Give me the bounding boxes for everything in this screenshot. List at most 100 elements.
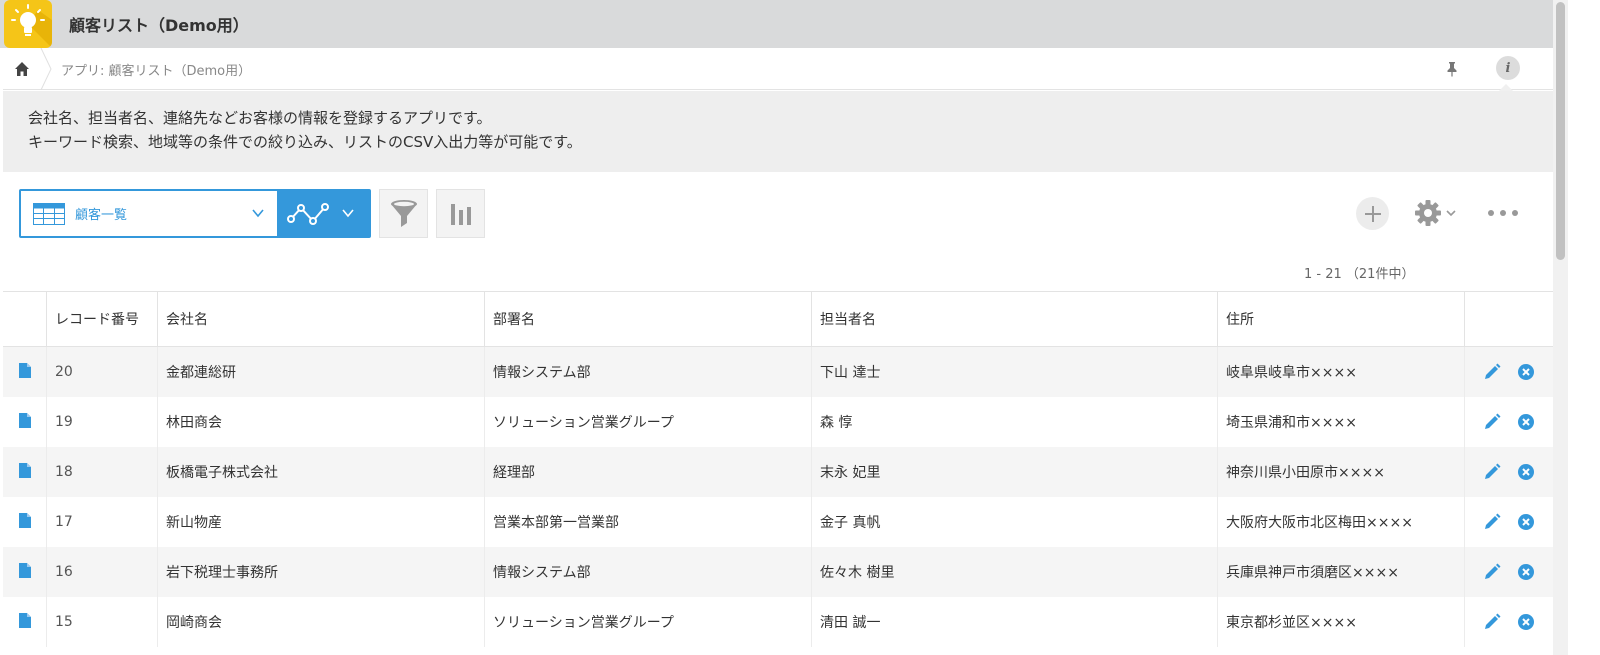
record-detail-link[interactable]	[3, 497, 47, 547]
table-view-icon	[33, 202, 65, 225]
description-line-1: 会社名、担当者名、連絡先などお客様の情報を登録するアプリです。	[28, 109, 492, 127]
column-header[interactable]: 担当者名	[812, 292, 1218, 346]
lightbulb-icon[interactable]	[4, 0, 52, 48]
record-number-cell: 17	[47, 497, 158, 547]
document-icon[interactable]	[18, 462, 31, 482]
address-cell: 岐阜県岐阜市××××	[1218, 347, 1465, 397]
table-row[interactable]: 19 林田商会 ソリューション営業グループ森 惇埼玉県浦和市××××	[3, 397, 1553, 447]
info-popover-caret	[1499, 84, 1513, 91]
table-row[interactable]: 18 板橋電子株式会社 経理部 末永 妃里 神奈川県小田原市××××	[3, 447, 1553, 497]
document-icon[interactable]	[18, 512, 31, 532]
scrollbar[interactable]	[1553, 0, 1568, 655]
delete-icon[interactable]	[1516, 562, 1536, 582]
address-cell: 大阪府大阪市北区梅田××××	[1218, 497, 1465, 547]
home-icon[interactable]	[3, 48, 41, 90]
delete-icon[interactable]	[1516, 612, 1536, 632]
more-icon[interactable]	[1488, 204, 1518, 222]
gear-icon	[1415, 200, 1441, 226]
table-body: 20 金都連総研 情報システム部 下山 達士 岐阜県岐阜市×××× 19 林田商会 ソリューシ…	[3, 347, 1553, 647]
record-number-cell: 18	[47, 447, 158, 497]
plus-icon	[1364, 205, 1381, 222]
view-selector[interactable]: 顧客一覧	[19, 189, 371, 238]
document-icon[interactable]	[18, 612, 31, 632]
record-number-cell: 19	[47, 397, 158, 447]
address-cell: 兵庫県神戸市須磨区××××	[1218, 547, 1465, 597]
edit-icon[interactable]	[1482, 362, 1502, 382]
record-table: レコード番号 会社名 部署名 担当者名 住所 20 金都連総研 情報システム部 下山 …	[3, 291, 1553, 647]
graph-icon	[287, 202, 329, 225]
settings-button[interactable]	[1414, 198, 1462, 228]
column-header[interactable]: レコード番号	[47, 292, 158, 346]
header-actions	[1465, 292, 1553, 346]
description-line-2: キーワード検索、地域等の条件での絞り込み、リストのCSV入出力等が可能です。	[28, 133, 582, 151]
contact-cell: 森 惇	[812, 397, 1218, 447]
document-icon[interactable]	[18, 412, 31, 432]
breadcrumb-separator	[40, 48, 52, 90]
chart-button[interactable]	[436, 189, 485, 238]
scrollbar-thumb[interactable]	[1556, 2, 1565, 260]
bar-chart-icon	[450, 203, 471, 225]
contact-cell: 清田 誠一	[812, 597, 1218, 647]
graph-selector[interactable]	[279, 191, 371, 236]
header-blank	[3, 292, 47, 346]
record-detail-link[interactable]	[3, 597, 47, 647]
table-header-row: レコード番号 会社名 部署名 担当者名 住所	[3, 292, 1553, 347]
record-number-cell: 15	[47, 597, 158, 647]
address-cell: 埼玉県浦和市××××	[1218, 397, 1465, 447]
department-cell: 情報システム部	[485, 547, 812, 597]
add-record-button[interactable]	[1356, 197, 1389, 230]
edit-icon[interactable]	[1482, 612, 1502, 632]
department-cell: 営業本部第一営業部	[485, 497, 812, 547]
filter-icon	[390, 199, 417, 227]
row-actions	[1465, 447, 1553, 497]
window-margin	[1568, 0, 1600, 655]
record-detail-link[interactable]	[3, 347, 47, 397]
delete-icon[interactable]	[1516, 512, 1536, 532]
contact-cell: 末永 妃里	[812, 447, 1218, 497]
department-cell: ソリューション営業グループ	[485, 397, 812, 447]
column-header[interactable]: 部署名	[485, 292, 812, 346]
table-row[interactable]: 16 岩下税理士事務所 情報システム部 佐々木 樹里 兵庫県神戸市須磨区××××	[3, 547, 1553, 597]
contact-cell: 金子 真帆	[812, 497, 1218, 547]
edit-icon[interactable]	[1482, 512, 1502, 532]
info-icon[interactable]: i	[1496, 56, 1520, 80]
department-cell: 情報システム部	[485, 347, 812, 397]
address-cell: 東京都杉並区××××	[1218, 597, 1465, 647]
record-detail-link[interactable]	[3, 397, 47, 447]
view-dropdown[interactable]: 顧客一覧	[21, 191, 277, 236]
document-icon[interactable]	[18, 362, 31, 382]
app-description: 会社名、担当者名、連絡先などお客様の情報を登録するアプリです。 キーワード検索、…	[3, 91, 1553, 172]
company-cell: 岡崎商会	[158, 597, 485, 647]
company-cell: 新山物産	[158, 497, 485, 547]
row-actions	[1465, 397, 1553, 447]
department-cell: 経理部	[485, 447, 812, 497]
document-icon[interactable]	[18, 562, 31, 582]
delete-icon[interactable]	[1516, 412, 1536, 432]
column-header[interactable]: 住所	[1218, 292, 1465, 346]
record-number-cell: 16	[47, 547, 158, 597]
pin-icon[interactable]	[1441, 58, 1463, 80]
row-actions	[1465, 497, 1553, 547]
table-row[interactable]: 17 新山物産 営業本部第一営業部 金子 真帆 大阪府大阪市北区梅田××××	[3, 497, 1553, 547]
record-detail-link[interactable]	[3, 547, 47, 597]
delete-icon[interactable]	[1516, 362, 1536, 382]
pagination-count: 1 - 21 （21件中）	[1304, 267, 1415, 282]
row-actions	[1465, 597, 1553, 647]
company-cell: 岩下税理士事務所	[158, 547, 485, 597]
address-cell: 神奈川県小田原市××××	[1218, 447, 1465, 497]
filter-button[interactable]	[379, 189, 428, 238]
edit-icon[interactable]	[1482, 462, 1502, 482]
view-name: 顧客一覧	[75, 208, 128, 223]
breadcrumb: アプリ: 顧客リスト（Demo用） i	[3, 48, 1586, 90]
column-header[interactable]: 会社名	[158, 292, 485, 346]
breadcrumb-app-link[interactable]: アプリ: 顧客リスト（Demo用）	[61, 60, 251, 79]
record-detail-link[interactable]	[3, 447, 47, 497]
edit-icon[interactable]	[1482, 562, 1502, 582]
table-row[interactable]: 15 岡崎商会 ソリューション営業グループ 清田 誠一 東京都杉並区××××	[3, 597, 1553, 647]
chevron-down-icon	[1446, 210, 1456, 217]
app-title: 顧客リスト（Demo用）	[69, 16, 249, 35]
table-row[interactable]: 20 金都連総研 情報システム部 下山 達士 岐阜県岐阜市××××	[3, 347, 1553, 397]
edit-icon[interactable]	[1482, 412, 1502, 432]
delete-icon[interactable]	[1516, 462, 1536, 482]
app-header: 顧客リスト（Demo用）	[0, 0, 1586, 48]
